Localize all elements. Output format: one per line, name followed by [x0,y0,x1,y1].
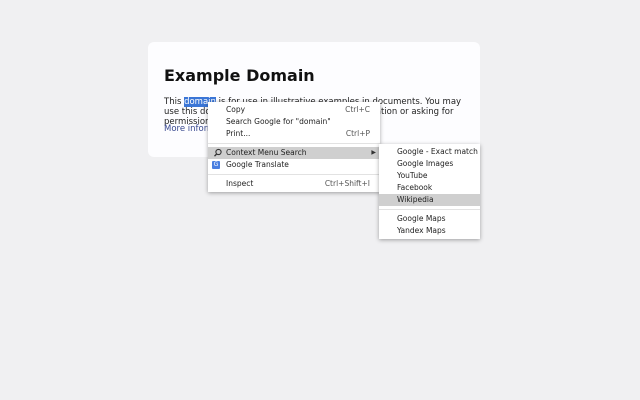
menu-item-label: Search Google for "domain" [226,117,331,126]
menu-item-label: Print... [226,129,251,138]
submenu-item-google-exact-match[interactable]: Google - Exact match [379,146,480,158]
menu-item-label: YouTube [397,171,428,180]
menu-separator [208,143,380,144]
menu-item-label: Copy [226,105,246,114]
submenu-item-wikipedia[interactable]: Wikipedia [379,194,480,206]
menu-item-shortcut: Ctrl+Shift+I [324,179,370,188]
menu-item-print[interactable]: Print... Ctrl+P [208,128,380,140]
submenu-arrow-icon: ▶ [371,149,376,156]
submenu-item-facebook[interactable]: Facebook [379,182,480,194]
menu-item-shortcut: Ctrl+P [345,129,370,138]
translate-icon: G [212,161,220,169]
submenu-item-youtube[interactable]: YouTube [379,170,480,182]
menu-item-label: Wikipedia [397,195,434,204]
menu-item-label: Inspect [226,179,254,188]
menu-item-label: Google Maps [397,214,446,223]
menu-item-shortcut: Ctrl+C [345,105,370,114]
menu-separator [208,174,380,175]
menu-item-label: Google - Exact match [397,147,478,156]
paragraph-text-before: This [164,97,185,107]
search-icon [213,147,223,159]
menu-item-inspect[interactable]: Inspect Ctrl+Shift+I [208,178,380,190]
context-menu-search-submenu: Google - Exact match Google Images YouTu… [379,144,480,239]
menu-item-context-menu-search[interactable]: Context Menu Search ▶ [208,147,380,159]
menu-item-label: Facebook [397,183,433,192]
menu-separator [379,209,480,210]
page-title: Example Domain [164,66,315,85]
menu-item-google-translate[interactable]: G Google Translate [208,159,380,171]
submenu-item-google-maps[interactable]: Google Maps [379,213,480,225]
menu-item-label: Google Translate [226,160,289,169]
submenu-item-google-images[interactable]: Google Images [379,158,480,170]
menu-item-label: Context Menu Search [226,148,307,157]
submenu-item-yandex-maps[interactable]: Yandex Maps [379,225,480,237]
menu-item-label: Google Images [397,159,454,168]
menu-item-copy[interactable]: Copy Ctrl+C [208,104,380,116]
context-menu: Copy Ctrl+C Search Google for "domain" P… [208,102,380,192]
menu-item-label: Yandex Maps [397,226,446,235]
menu-item-search-google[interactable]: Search Google for "domain" [208,116,380,128]
